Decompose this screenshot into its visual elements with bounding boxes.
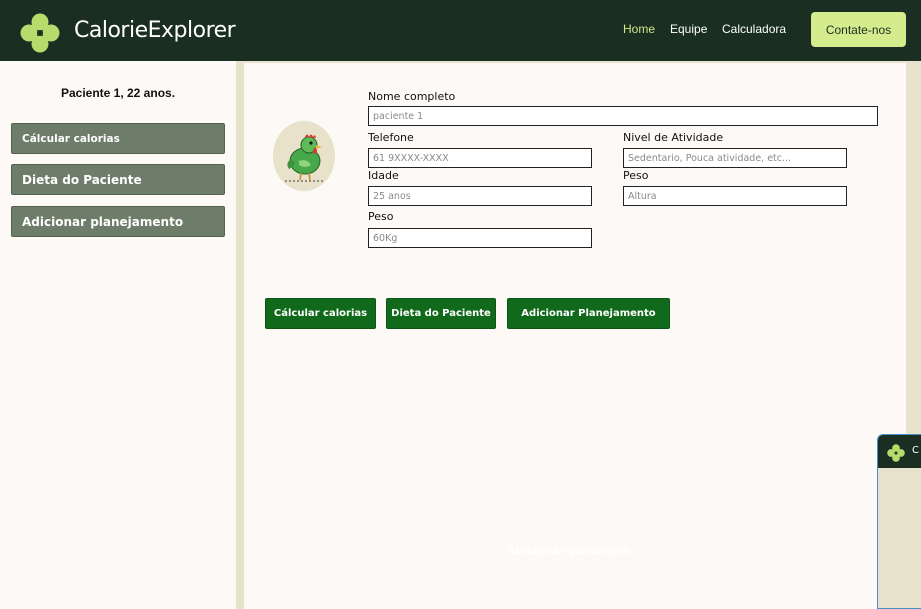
patient-title: Paciente 1, 22 anos. [60,86,176,100]
peso-label: Peso [368,210,394,223]
nav-calculadora-link[interactable]: Calculadora [722,22,786,36]
sidebar-calcular-calorias-button[interactable]: Cálcular calorias [11,123,225,154]
idade-input[interactable]: 25 anos [368,186,592,206]
overlapping-window-header: C [878,435,921,468]
chicken-avatar-icon [273,121,335,191]
patient-avatar [273,121,335,191]
dieta-paciente-button[interactable]: Dieta do Paciente [386,298,496,329]
telefone-label: Telefone [368,131,414,144]
brand-name[interactable]: CalorieExplorer [74,18,236,43]
calcular-calorias-button[interactable]: Cálcular calorias [265,298,376,329]
clover-logo-icon [887,444,905,462]
patient-form-panel: Nome completo paciente 1 Telefone 61 9XX… [244,63,906,609]
altura-input[interactable]: Altura [623,186,847,206]
patient-sidebar: Paciente 1, 22 anos. Cálcular calorias D… [0,61,236,609]
nome-label: Nome completo [368,90,456,103]
nome-input[interactable]: paciente 1 [368,106,878,126]
sidebar-dieta-paciente-button[interactable]: Dieta do Paciente [11,164,225,195]
peso-altura-label: Peso [623,169,649,182]
telefone-input[interactable]: 61 9XXXX-XXXX [368,148,592,168]
overlapping-window[interactable]: C [877,434,921,609]
peso-input[interactable]: 60Kg [368,228,592,248]
atividade-input[interactable]: Sedentario, Pouca atividade, etc... [623,148,847,168]
clover-logo-icon[interactable] [20,13,60,53]
nav-equipe-link[interactable]: Equipe [670,22,707,36]
sidebar-adicionar-planejamento-button[interactable]: Adicionar planejamento [11,206,225,237]
contact-button[interactable]: Contate-nos [811,12,906,47]
nav-home-link[interactable]: Home [623,22,655,36]
adicionar-planejamento-button[interactable]: Adicionar Planejamento [507,298,670,329]
idade-label: Idade [368,169,399,182]
adicionar-pacientes-ghost-text: Adicionar pacientes [507,544,630,557]
atividade-label: Nivel de Atividade [623,131,724,144]
top-navbar: CalorieExplorer Home Equipe Calculadora … [0,0,921,61]
overlapping-window-title: C [912,445,919,456]
